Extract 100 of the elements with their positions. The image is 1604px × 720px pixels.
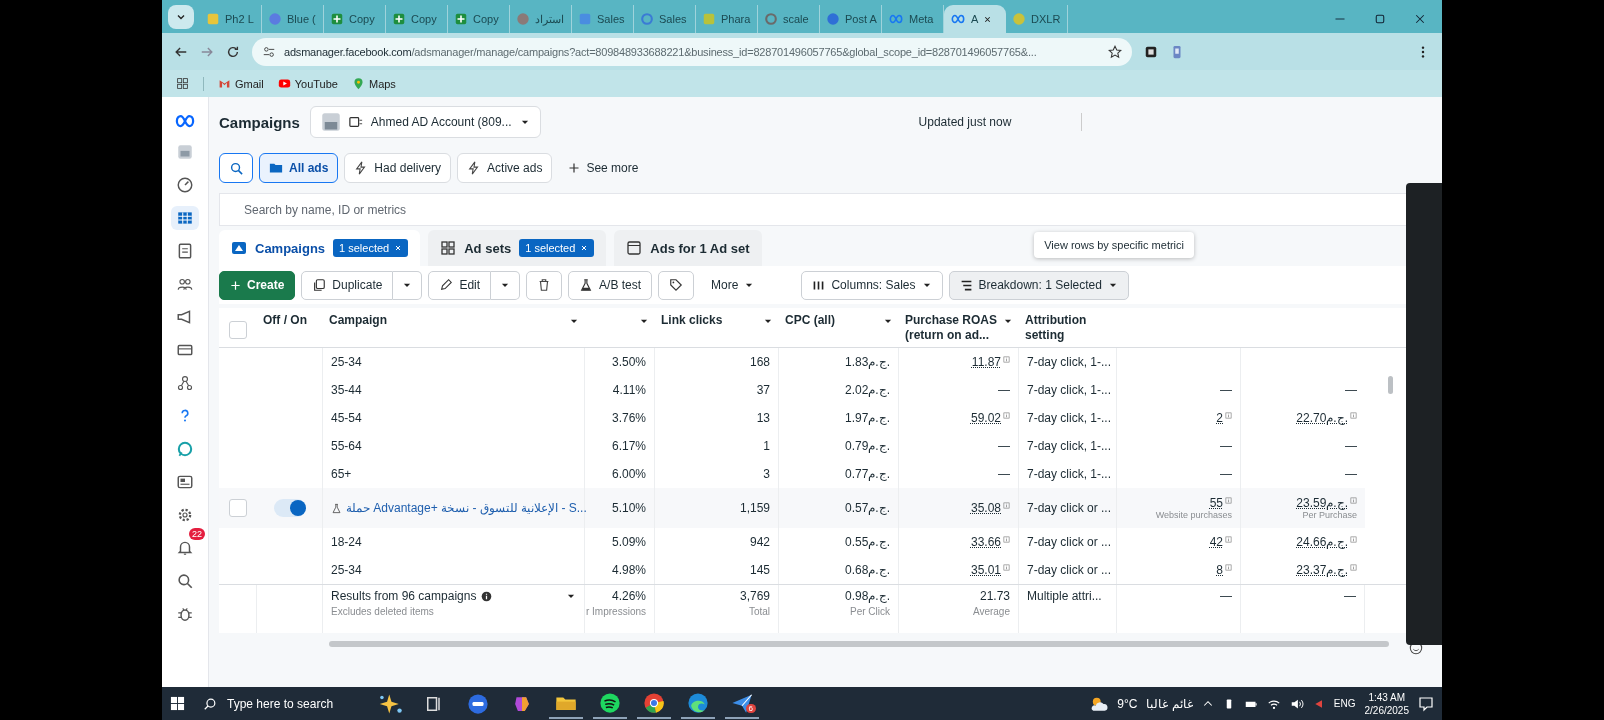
selection-badge[interactable]: 1 selected [519, 239, 595, 257]
extension-icon[interactable] [1144, 44, 1158, 59]
breakdown-label: 55-64 [331, 439, 362, 453]
play-icon [277, 77, 291, 90]
reload-icon[interactable] [226, 44, 240, 59]
scrollbar-thumb[interactable] [1387, 376, 1393, 394]
clock[interactable]: 1:43 AM 2/26/2025 [1364, 690, 1409, 717]
close-icon[interactable] [1414, 13, 1426, 25]
search-button[interactable] [219, 153, 253, 183]
taskbar-search[interactable]: Type here to search [195, 696, 363, 711]
tooltip: View rows by specific metrici [1034, 232, 1194, 258]
avatar-icon [176, 143, 194, 161]
browser-tab[interactable]: A [944, 5, 1006, 33]
filter-button[interactable]: Active ads [457, 153, 553, 183]
lightning-icon [467, 161, 482, 175]
tag-button[interactable] [658, 270, 695, 300]
table-cell: — [1220, 439, 1232, 453]
metric-link[interactable]: 55 [1209, 496, 1223, 510]
checkbox[interactable] [229, 321, 247, 339]
browser-app-icon[interactable] [643, 691, 665, 714]
info-icon [1225, 412, 1232, 419]
folder-icon [269, 161, 283, 175]
column-header[interactable]: CPC (all) [785, 313, 835, 328]
level-tab[interactable]: Ad sets 1 selected [428, 230, 607, 266]
column-header[interactable]: Purchase ROAS (return on ad... [905, 313, 999, 343]
selection-badge[interactable]: 1 selected [333, 239, 409, 257]
metric-link[interactable]: 33.66 [970, 535, 1001, 549]
language-indicator[interactable]: ENG [1333, 698, 1356, 709]
total-cell: 0.98ج.م. [844, 589, 890, 603]
table-cell: — [1345, 439, 1357, 453]
close-icon[interactable] [983, 14, 993, 24]
metric-link[interactable]: 8 [1216, 563, 1223, 577]
level-tab[interactable]: Ads for 1 Ad set [614, 230, 762, 266]
flask-icon [579, 278, 594, 292]
table-cell: 168 [749, 355, 770, 369]
total-cell: 3,769 [739, 589, 770, 603]
filter-button[interactable]: See more [558, 153, 649, 183]
bookmark[interactable]: YouTube [277, 77, 338, 90]
sidebar-item[interactable] [171, 206, 199, 230]
metric-link[interactable]: 11.87 [971, 355, 1001, 369]
table-cell: 7-day click, 1-... [1027, 439, 1112, 453]
ad-window-icon [626, 240, 643, 256]
table-cell: 7-day click or ... [1027, 501, 1112, 515]
metric-link[interactable]: 23.59ج.م. [1296, 496, 1348, 510]
star-icon[interactable] [1108, 44, 1122, 59]
bookmark[interactable]: Gmail [218, 77, 264, 90]
campaign-link[interactable]: حملة Advantage+ الإعلانية للتسوق - نسخة - S... [346, 501, 587, 515]
plus-icon [230, 279, 241, 291]
page-title: Campaigns [219, 113, 300, 131]
duplicate-icon [312, 278, 327, 292]
filter-button[interactable]: Had delivery [344, 153, 452, 183]
table-icon [176, 209, 194, 227]
column-header[interactable]: Campaign [329, 313, 387, 328]
breakdown-label: 18-24 [331, 535, 362, 549]
settings-icon [176, 506, 194, 524]
toggle-switch[interactable] [273, 499, 306, 517]
table-cell: — [1220, 383, 1232, 397]
duplicate-button[interactable]: Duplicate [301, 270, 394, 300]
create-button[interactable]: Create [219, 270, 296, 300]
horizontal-scrollbar[interactable] [329, 641, 1389, 647]
taskbar-app[interactable]: 6 [725, 688, 759, 719]
delete-button[interactable] [526, 270, 563, 300]
metric-link[interactable]: 2 [1216, 411, 1223, 425]
close-icon[interactable] [580, 244, 589, 252]
column-header[interactable]: Attribution setting [1025, 313, 1111, 343]
checkbox[interactable] [229, 499, 247, 517]
breakdown-button[interactable]: Breakdown: 1 Selected [948, 270, 1129, 300]
music-app-icon[interactable] [599, 691, 621, 714]
apps-icon[interactable] [176, 77, 189, 90]
close-icon[interactable] [394, 244, 403, 252]
table-cell: 7-day click, 1-... [1027, 411, 1112, 425]
video-app-icon[interactable] [467, 692, 489, 715]
level-tab[interactable]: Campaigns 1 selected [219, 230, 421, 266]
filter-button[interactable]: All ads [259, 153, 339, 183]
info-icon [1003, 356, 1010, 363]
columns-button[interactable]: Columns: Sales [801, 270, 943, 300]
table-cell: 13 [756, 411, 770, 425]
metric-link[interactable]: 42 [1209, 535, 1223, 549]
metric-link[interactable]: 35.08 [970, 501, 1001, 515]
edit-button[interactable]: Edit [428, 270, 492, 300]
ab-test-button[interactable]: A/B test [568, 270, 653, 300]
column-header[interactable]: Off / On [263, 313, 307, 328]
windows-start-icon[interactable] [170, 696, 185, 711]
bookmark[interactable]: Maps [351, 77, 396, 90]
table-cell: 4.98% [611, 563, 646, 577]
metric-link[interactable]: 24.66ج.م. [1296, 535, 1348, 549]
metric-link[interactable]: 35.01 [970, 563, 1001, 577]
table-cell: 0.55ج.م. [844, 535, 890, 549]
results-summary: Results from 96 campaigns [331, 589, 493, 603]
column-header[interactable]: Link clicks [661, 313, 723, 328]
metric-link[interactable]: 59.02 [970, 411, 1001, 425]
metric-link[interactable]: 22.70ج.م. [1296, 411, 1348, 425]
table-cell: 145 [749, 563, 770, 577]
info-icon [1225, 497, 1232, 504]
account-selector[interactable]: Ahmed AD Account (809... [309, 106, 541, 138]
notifications-icon[interactable] [1418, 695, 1434, 712]
address-bar[interactable]: adsmanager.facebook.com/adsmanager/manage/campaigns?act=809848933688221&business_id=828701496057765&global_scope_id=828701496057765&... [252, 37, 1132, 66]
wave-app-icon[interactable] [687, 691, 709, 714]
maximize-icon[interactable] [1374, 13, 1386, 25]
metric-link[interactable]: 23.37ج.م. [1296, 563, 1348, 577]
